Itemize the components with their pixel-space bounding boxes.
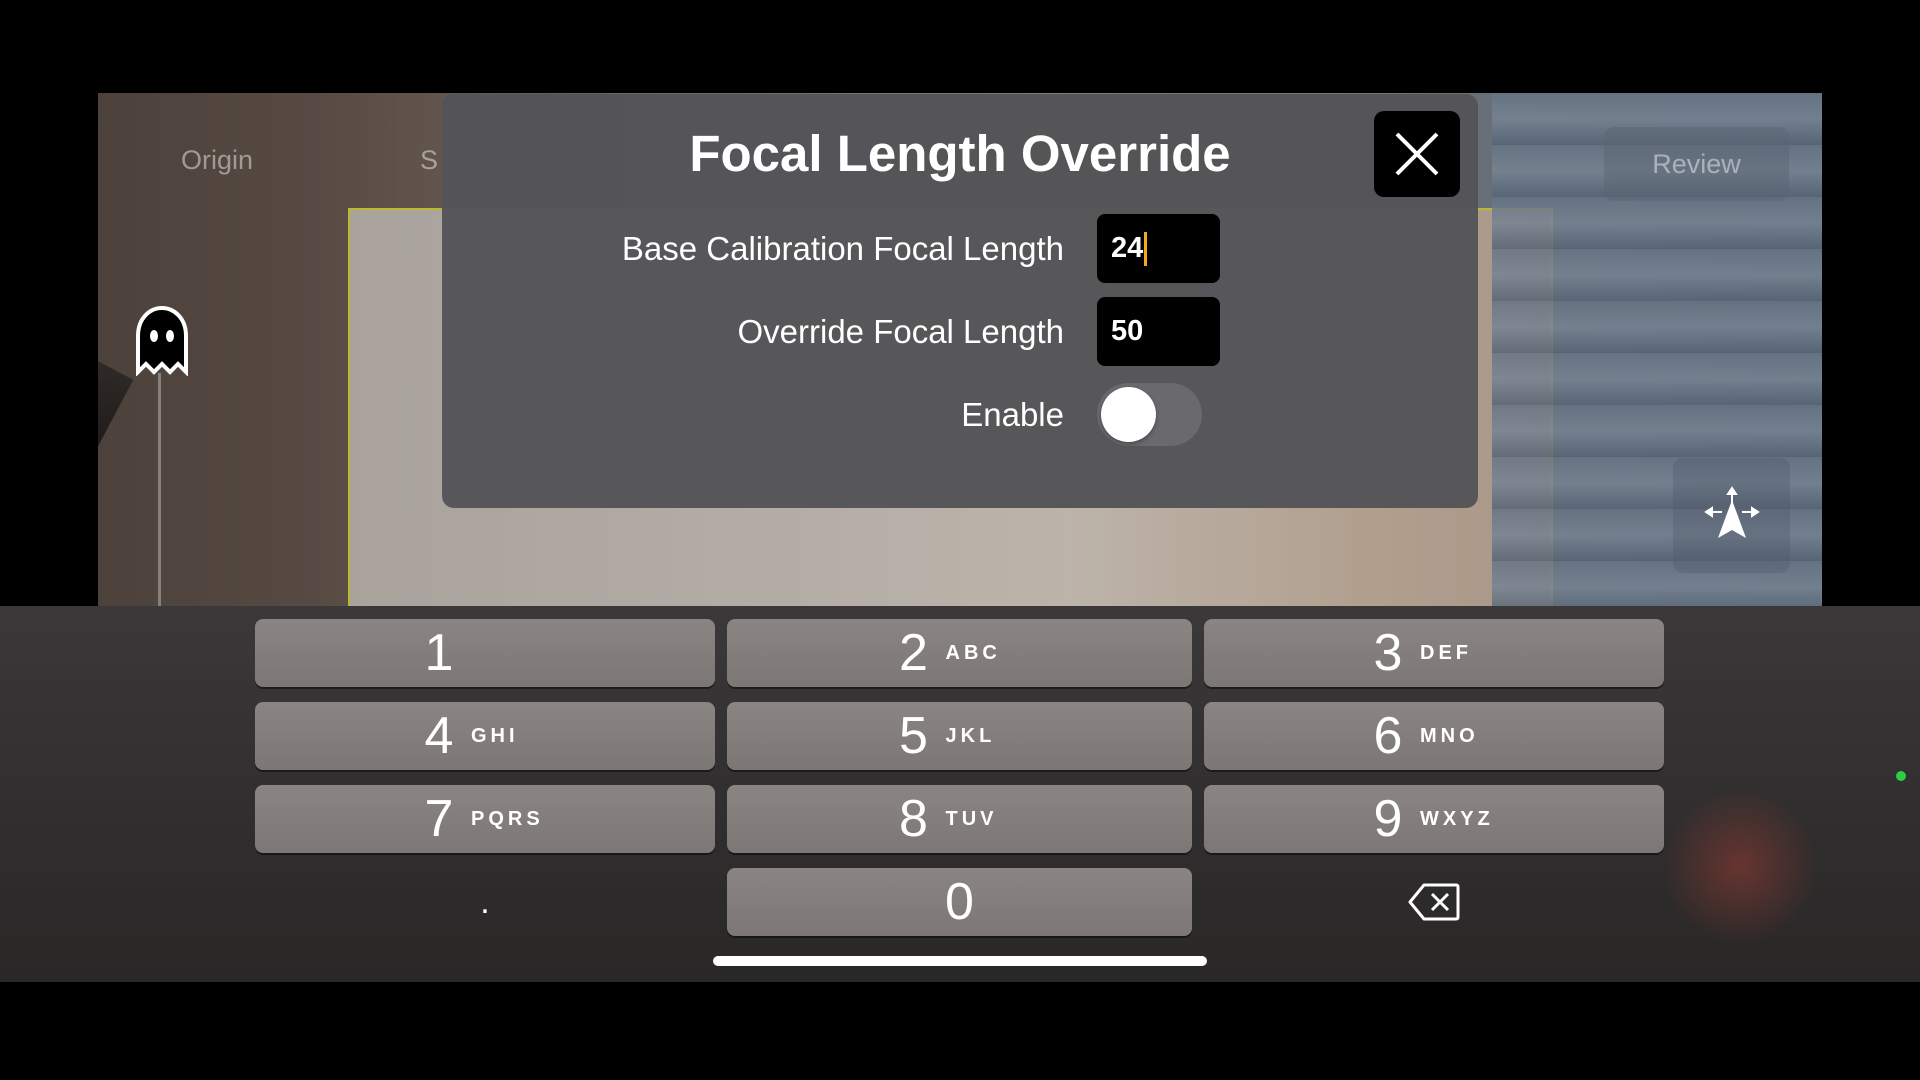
key-1[interactable]: 1 bbox=[255, 619, 715, 687]
base-focal-length-value: 24 bbox=[1111, 232, 1144, 264]
backspace-key[interactable] bbox=[1204, 868, 1664, 936]
key-9[interactable]: 9 WXYZ bbox=[1204, 785, 1664, 853]
key-4[interactable]: 4 GHI bbox=[255, 702, 715, 770]
backspace-icon bbox=[1408, 883, 1460, 921]
focal-length-override-dialog: Focal Length Override Base Calibration F… bbox=[442, 94, 1478, 508]
key-6[interactable]: 6 MNO bbox=[1204, 702, 1664, 770]
key-5[interactable]: 5 JKL bbox=[727, 702, 1192, 770]
key-2[interactable]: 2 ABC bbox=[727, 619, 1192, 687]
numeric-keypad: 1 2 ABC 3 DEF 4 GHI 5 JKL 6 MNO 7 PQRS 8… bbox=[0, 606, 1920, 982]
tab-origin[interactable]: Origin bbox=[181, 145, 253, 176]
camera-in-use-indicator bbox=[1896, 771, 1906, 781]
key-3[interactable]: 3 DEF bbox=[1204, 619, 1664, 687]
review-button[interactable]: Review bbox=[1604, 127, 1789, 201]
override-focal-length-input[interactable]: 50 bbox=[1097, 297, 1220, 366]
key-7[interactable]: 7 PQRS bbox=[255, 785, 715, 853]
dialog-title: Focal Length Override bbox=[689, 125, 1231, 182]
close-icon bbox=[1395, 132, 1439, 176]
key-0[interactable]: 0 bbox=[727, 868, 1192, 936]
override-focal-length-label: Override Focal Length bbox=[737, 313, 1064, 350]
close-button[interactable] bbox=[1374, 111, 1460, 197]
tab-second[interactable]: S bbox=[420, 145, 438, 176]
enable-toggle[interactable] bbox=[1097, 383, 1202, 446]
text-caret bbox=[1144, 231, 1148, 266]
enable-label: Enable bbox=[961, 396, 1064, 433]
toggle-knob bbox=[1101, 387, 1156, 442]
base-focal-length-input[interactable]: 24 bbox=[1097, 214, 1220, 283]
base-focal-length-label: Base Calibration Focal Length bbox=[621, 230, 1064, 267]
home-indicator[interactable] bbox=[713, 956, 1207, 966]
override-focal-length-value: 50 bbox=[1111, 315, 1144, 347]
key-decimal[interactable]: . bbox=[255, 868, 715, 936]
key-8[interactable]: 8 TUV bbox=[727, 785, 1192, 853]
move-arrows-icon[interactable] bbox=[1673, 458, 1790, 573]
ghost-icon[interactable] bbox=[134, 305, 190, 377]
